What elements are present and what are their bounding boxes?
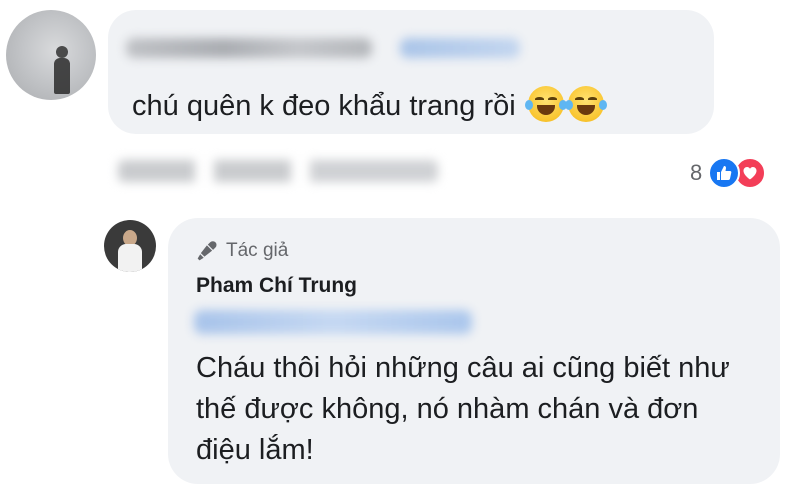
like-icon	[708, 157, 741, 189]
reply-bubble: Tác giả Pham Chí Trung Cháu thôi hỏi nhữ…	[168, 218, 780, 484]
blurred-commenter-name[interactable]	[126, 38, 372, 58]
joy-emoji-icon	[564, 86, 607, 122]
author-badge-row: Tác giả	[196, 240, 288, 262]
blurred-comment-actions[interactable]	[118, 160, 438, 182]
joy-emoji-icon	[524, 86, 567, 122]
author-avatar[interactable]	[104, 220, 156, 272]
avatar-shirt	[118, 244, 142, 272]
reaction-count: 8	[690, 160, 703, 185]
avatar-figure	[54, 46, 70, 94]
microphone-icon	[197, 241, 217, 261]
comment-bubble: chú quên k đeo khẩu trang rồi	[108, 10, 714, 134]
commenter-avatar[interactable]	[6, 10, 96, 100]
comment-body: chú quên k đeo khẩu trang rồi	[132, 90, 516, 122]
blurred-mention[interactable]	[194, 310, 472, 334]
comment-text: chú quên k đeo khẩu trang rồi	[132, 86, 607, 123]
reaction-summary[interactable]: 8	[690, 156, 767, 190]
blurred-mention[interactable]	[400, 38, 520, 58]
author-name[interactable]: Pham Chí Trung	[196, 274, 357, 298]
author-badge-label: Tác giả	[226, 240, 289, 261]
reply-text: Cháu thôi hỏi những câu ai cũng biết như…	[196, 352, 730, 466]
